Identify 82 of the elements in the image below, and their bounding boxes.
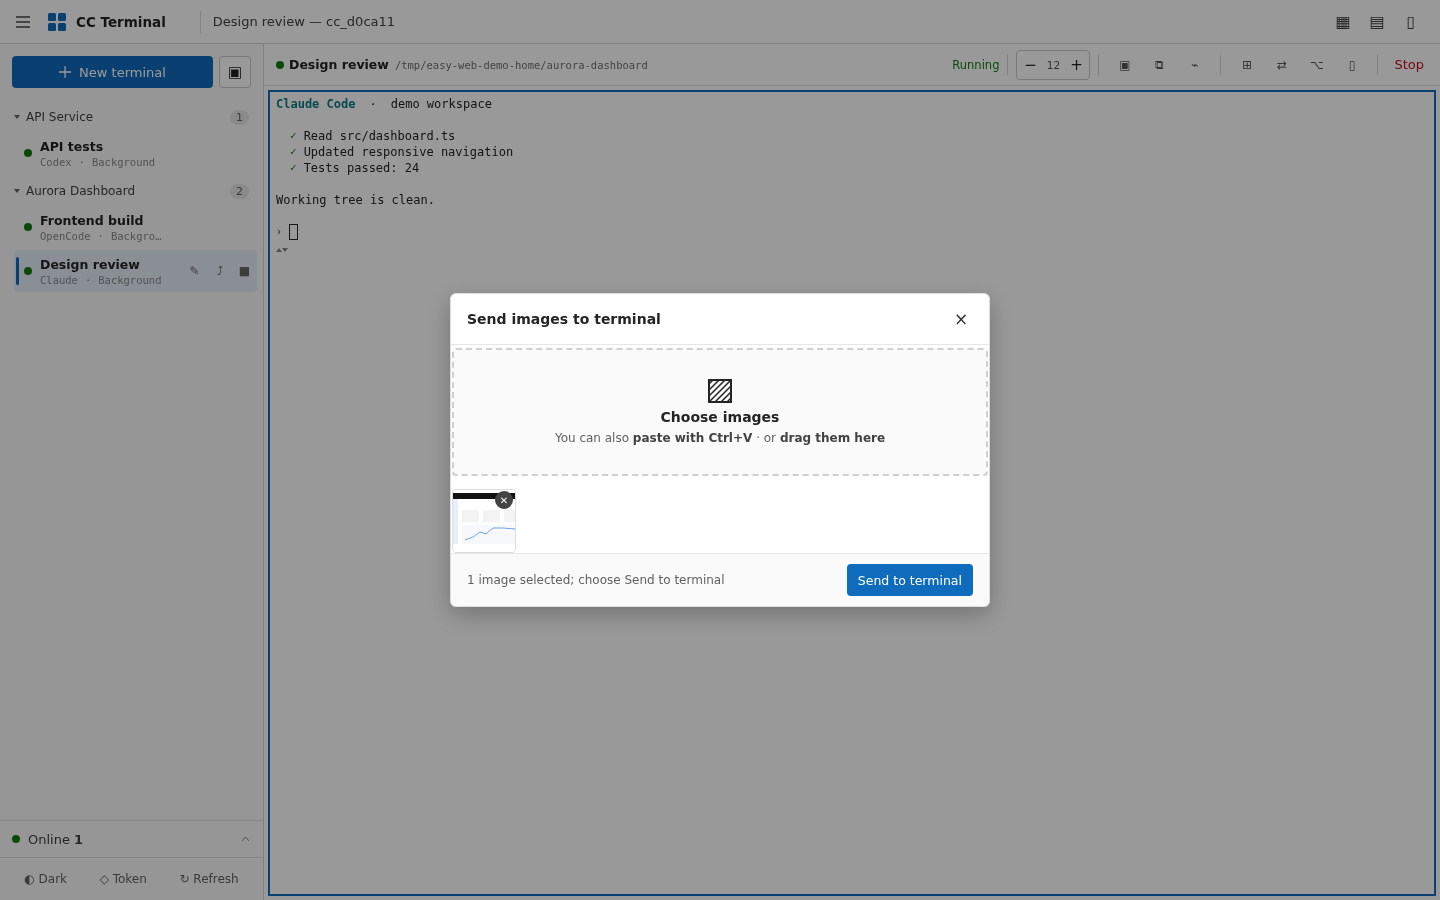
scroll-down-icon[interactable] xyxy=(282,248,288,252)
status-dot xyxy=(24,149,32,157)
run-mode: Background xyxy=(98,273,162,286)
drop-zone-title: Choose images xyxy=(660,409,780,425)
status-dot xyxy=(24,267,32,275)
caret-icon[interactable] xyxy=(14,188,20,194)
increase-button[interactable]: + xyxy=(1063,55,1090,74)
footer-button[interactable]: ◐ Dark xyxy=(18,868,74,890)
layout-button[interactable]: ▯ xyxy=(1394,6,1428,37)
agent-name: Codex xyxy=(40,155,72,168)
scroll-up-icon[interactable] xyxy=(276,248,282,252)
font-size-stepper[interactable]: − 12 + xyxy=(1016,49,1091,80)
run-mode: Backgro… xyxy=(110,229,162,242)
prompt-symbol: › xyxy=(276,225,283,239)
item-action-button[interactable]: ⤴ xyxy=(207,264,232,278)
terminal-line: Tests passed: 24 xyxy=(303,160,420,176)
status-dot xyxy=(24,223,32,231)
app-name: CC Terminal xyxy=(76,13,166,30)
status-dot xyxy=(276,60,284,69)
stop-button[interactable]: Stop xyxy=(1386,53,1432,76)
working-directory: /tmp/easy-web-demo-home/aurora-dashboard xyxy=(394,58,648,71)
terminal-title: Frontend build xyxy=(40,212,145,228)
panel-toggle-button[interactable]: ▣ xyxy=(219,56,251,88)
separator: · xyxy=(97,229,104,242)
footer-button[interactable]: ◇ Token xyxy=(93,868,153,890)
count-badge: 1 xyxy=(230,109,249,125)
toolbar-button[interactable]: ▣ xyxy=(1107,50,1143,79)
toolbar-button[interactable]: ⇄ xyxy=(1264,50,1300,79)
font-size-value: 12 xyxy=(1045,58,1062,71)
close-button[interactable]: × xyxy=(949,307,973,331)
footer-button[interactable]: ↻ Refresh xyxy=(173,868,245,890)
app-label: Claude Code xyxy=(276,96,356,112)
run-mode: Background xyxy=(91,155,156,168)
selection-status: 1 image selected; choose Send to terminal xyxy=(467,573,726,587)
toolbar-button[interactable]: ▯ xyxy=(1334,50,1370,79)
terminal-title: API tests xyxy=(40,138,105,154)
check-mark: ✓ xyxy=(290,160,297,176)
check-mark: ✓ xyxy=(290,144,297,160)
terminal-line: Read src/dashboard.ts xyxy=(303,128,456,144)
decrease-button[interactable]: − xyxy=(1017,55,1044,74)
item-action-button[interactable]: ✎ xyxy=(182,264,207,278)
separator: · xyxy=(78,155,85,168)
send-button[interactable]: Send to terminal xyxy=(846,564,973,596)
toolbar-button[interactable]: ⌥ xyxy=(1299,50,1335,79)
toolbar-button[interactable]: ⊞ xyxy=(1229,50,1265,79)
caret-icon[interactable] xyxy=(242,837,249,841)
item-action-button[interactable]: ■ xyxy=(232,264,257,278)
layout-button[interactable]: ▦ xyxy=(1326,6,1360,37)
caret-icon[interactable] xyxy=(14,114,20,120)
online-count: Online 1 xyxy=(28,831,85,847)
hatched-square-icon xyxy=(708,379,732,403)
session-title: Design review xyxy=(289,57,389,72)
group-name: API Service xyxy=(26,110,95,124)
terminal-list-item[interactable]: API tests Codex · Background xyxy=(14,132,257,174)
agent-name: OpenCode xyxy=(40,229,91,242)
agent-name: Claude xyxy=(40,273,78,286)
terminal-title: Design review xyxy=(40,256,141,272)
plus-icon xyxy=(59,66,72,78)
drop-zone-hint: You can also paste with Ctrl+V · or drag them here xyxy=(554,431,886,445)
logo-icon xyxy=(48,12,66,31)
terminal-line: Working tree is clean. xyxy=(276,192,435,208)
new-terminal-button[interactable]: New terminal xyxy=(12,56,213,88)
terminal-list-item[interactable]: Frontend build OpenCode · Backgro… xyxy=(14,206,257,248)
window-title: Design review — cc_d0ca11 xyxy=(212,14,396,29)
toolbar-button[interactable]: ⌁ xyxy=(1177,50,1213,79)
menu-icon[interactable] xyxy=(16,15,30,28)
terminal-line: demo workspace xyxy=(390,96,492,112)
status-dot xyxy=(12,835,20,843)
layout-button[interactable]: ▤ xyxy=(1360,6,1394,37)
status-label: Running xyxy=(952,57,1000,72)
terminal-line: Updated responsive navigation xyxy=(303,144,514,160)
drop-zone[interactable]: Choose images You can also paste with Ctrl+V · or drag them here xyxy=(452,348,988,476)
cursor xyxy=(289,224,299,240)
separator: · xyxy=(84,273,92,286)
dialog-title: Send images to terminal xyxy=(467,311,662,327)
selection-indicator xyxy=(16,257,19,285)
count-badge: 2 xyxy=(230,183,249,199)
group-name: Aurora Dashboard xyxy=(26,184,137,198)
toolbar-button[interactable]: ⧉ xyxy=(1142,50,1178,79)
check-mark: ✓ xyxy=(290,128,297,144)
terminal-list-item[interactable]: Design review Claude · Background ✎ ⤴ ■ xyxy=(14,250,257,292)
separator: · xyxy=(369,96,377,112)
